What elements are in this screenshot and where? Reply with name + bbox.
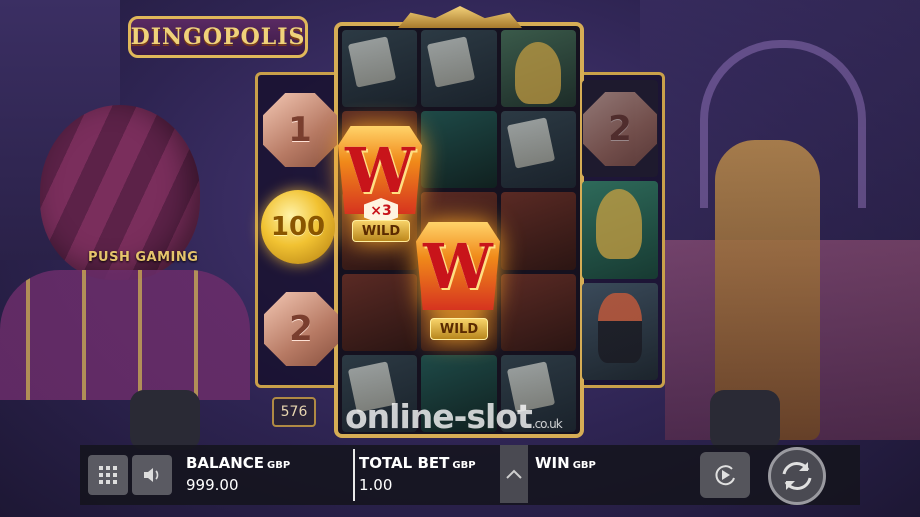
wild-symbol: W WILD: [412, 218, 504, 340]
chevron-up-icon[interactable]: [500, 445, 528, 503]
total-bet-display: TOTAL BET GBP 1.00: [359, 453, 476, 494]
divider: [353, 449, 355, 501]
reel-symbol: [582, 181, 658, 279]
reel: [500, 30, 576, 433]
balance-label: BALANCE: [186, 454, 265, 472]
win-currency: GBP: [572, 460, 596, 471]
casino-sign: PUSH GAMING: [88, 250, 199, 265]
balance-display: BALANCE GBP 999.00: [186, 453, 290, 494]
copper-coin: 2: [264, 292, 338, 366]
copper-coin: 1: [263, 93, 337, 167]
speaker-icon[interactable]: [132, 455, 172, 495]
wild-label: WILD: [430, 318, 488, 340]
game-scene: PUSH GAMING DINGOPOLIS 1 100 2 2 W ×3 WI…: [0, 0, 920, 517]
game-logo: DINGOPOLIS: [128, 16, 308, 58]
balance-value: 999.00: [186, 476, 239, 494]
wild-w-glyph: W: [423, 229, 493, 303]
reel-symbol: [500, 111, 576, 189]
win-label: WIN: [535, 454, 570, 472]
balance-currency: GBP: [267, 460, 291, 471]
wild-label: WILD: [352, 220, 410, 242]
reel-symbol: [421, 30, 497, 108]
gold-coin: 100: [261, 190, 335, 264]
reel-symbol: [582, 282, 658, 380]
total-bet-value: 1.00: [359, 476, 393, 494]
grid-icon[interactable]: [88, 455, 128, 495]
win-display: WIN GBP: [535, 453, 596, 476]
spotlight: [710, 390, 780, 450]
wild-badge: W: [416, 222, 500, 310]
reel-symbol: [342, 30, 418, 108]
reel-symbol: [500, 30, 576, 108]
total-bet-label: TOTAL BET: [359, 454, 450, 472]
watermark-text: online-slot: [345, 397, 533, 436]
watermark: online-slot.co.uk: [345, 397, 563, 436]
reel-symbol: [500, 192, 576, 270]
reel-symbol: [342, 273, 418, 351]
frame-crown: [398, 6, 522, 28]
spin-icon[interactable]: [768, 447, 826, 505]
watermark-suffix: .co.uk: [531, 417, 563, 431]
reel-symbol: [421, 111, 497, 189]
autoplay-icon[interactable]: [700, 452, 750, 498]
ways-counter: 576: [272, 397, 316, 427]
casino-building: [0, 270, 250, 400]
spotlight: [130, 390, 200, 450]
total-bet-currency: GBP: [452, 460, 476, 471]
wild-w-glyph: W: [345, 133, 415, 207]
reel-symbol: [500, 273, 576, 351]
